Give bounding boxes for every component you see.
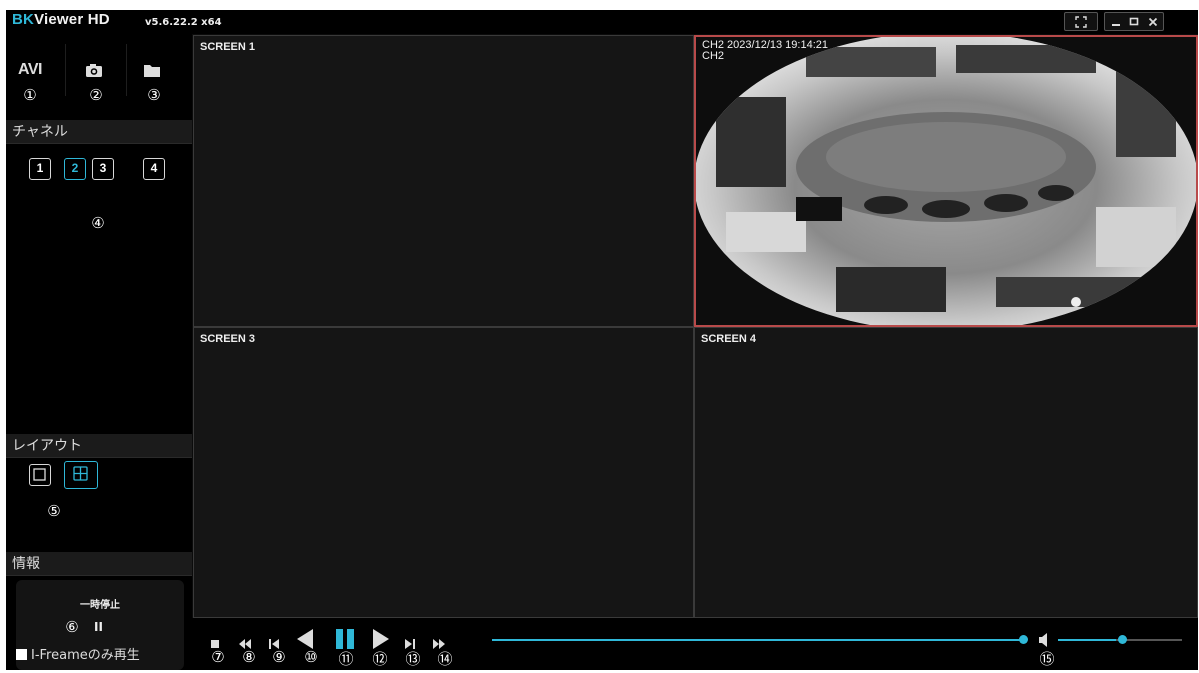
close-icon	[1148, 17, 1158, 27]
annotation-4: ④	[91, 214, 105, 232]
brand-name: Viewer HD	[34, 11, 110, 28]
annotation-2: ②	[89, 86, 103, 104]
annotation-5: ⑤	[47, 502, 61, 520]
pause-status-icon: II	[94, 620, 103, 634]
reverse-play-icon	[297, 629, 313, 649]
app-window: BKViewer HD v5.6.22.2 x64 AVI ① ② ③ チャネル…	[6, 10, 1198, 670]
snapshot-button[interactable]	[74, 58, 114, 82]
screen-3[interactable]: SCREEN 3	[193, 327, 694, 618]
volume-handle[interactable]	[1118, 635, 1127, 644]
quad-layout-button[interactable]	[64, 461, 98, 489]
channel-button-4[interactable]: 4	[143, 158, 165, 180]
info-header: 情報	[6, 552, 192, 576]
window-controls	[1104, 12, 1164, 31]
annotation-8: ⑧	[242, 648, 256, 666]
speaker-icon	[1039, 633, 1047, 647]
quad-layout-icon	[73, 466, 88, 481]
toolbar-divider	[65, 44, 66, 96]
annotation-13: ⑬	[405, 650, 421, 668]
minimize-icon	[1112, 24, 1120, 26]
iframe-only-checkbox[interactable]	[16, 649, 27, 660]
annotation-11: ⑪	[338, 650, 354, 668]
minimize-button[interactable]	[1108, 13, 1124, 30]
camera-icon	[86, 64, 102, 77]
channel-button-3[interactable]: 3	[92, 158, 114, 180]
maximize-icon	[1129, 17, 1139, 26]
camera-overlay: CH2 2023/12/13 19:14:21 CH2	[702, 40, 828, 62]
annotation-15: ⑮	[1039, 650, 1055, 668]
channel-button-1[interactable]: 1	[29, 158, 51, 180]
toolbar-divider	[126, 44, 127, 96]
screen-4-label: SCREEN 4	[701, 333, 757, 345]
annotation-12: ⑫	[372, 650, 388, 668]
annotation-1: ①	[23, 86, 37, 104]
play-icon	[373, 629, 389, 649]
app-brand: BKViewer HD	[12, 11, 110, 28]
annotation-14: ⑭	[437, 650, 453, 668]
fullscreen-button[interactable]	[1064, 12, 1098, 31]
camera-channel: CH2	[702, 50, 725, 62]
volume-level	[1058, 639, 1116, 641]
folder-icon	[144, 65, 160, 77]
annotation-9: ⑨	[272, 648, 286, 666]
single-layout-icon	[33, 468, 46, 481]
maximize-button[interactable]	[1126, 13, 1142, 30]
fullscreen-icon	[1075, 16, 1087, 28]
annotation-7: ⑦	[211, 648, 225, 666]
fisheye-camera-feed	[696, 37, 1196, 325]
playback-status: 一時停止	[80, 600, 120, 611]
single-layout-button[interactable]	[29, 464, 51, 486]
annotation-6: ⑥	[65, 618, 79, 636]
brand-prefix: BK	[12, 11, 35, 28]
channel-button-2[interactable]: 2	[64, 158, 86, 180]
screen-1[interactable]: SCREEN 1	[193, 35, 694, 327]
iframe-only-label: I-Freameのみ再生	[31, 648, 140, 663]
avi-record-button[interactable]: AVI	[10, 58, 50, 82]
screen-4[interactable]: SCREEN 4	[694, 327, 1198, 618]
iframe-only-toggle[interactable]: I-Freameのみ再生	[16, 646, 140, 666]
title-bar: BKViewer HD v5.6.22.2 x64	[6, 10, 1198, 34]
annotation-10: ⑩	[304, 648, 318, 666]
close-button[interactable]	[1145, 13, 1161, 30]
screen-3-label: SCREEN 3	[200, 333, 256, 345]
playback-controls: ⑦ ⑧ ⑨ ⑩ ⑪ ⑫ ⑬ ⑭ ⑮	[192, 618, 1198, 670]
open-folder-button[interactable]	[132, 58, 172, 82]
seek-handle[interactable]	[1019, 635, 1028, 644]
app-version: v5.6.22.2 x64	[145, 17, 222, 28]
annotation-3: ③	[147, 86, 161, 104]
avi-icon: AVI	[18, 61, 42, 78]
pause-icon	[336, 629, 354, 649]
screen-1-label: SCREEN 1	[200, 41, 256, 53]
seek-bar[interactable]	[492, 639, 1022, 641]
channel-header: チャネル	[6, 120, 192, 144]
layout-header: レイアウト	[6, 434, 192, 458]
sidebar: AVI ① ② ③ チャネル 1 2 3 4 ④ レイアウト ⑤ 情報 一時停止…	[6, 34, 192, 670]
screen-2[interactable]: CH2 2023/12/13 19:14:21 CH2	[694, 35, 1198, 327]
